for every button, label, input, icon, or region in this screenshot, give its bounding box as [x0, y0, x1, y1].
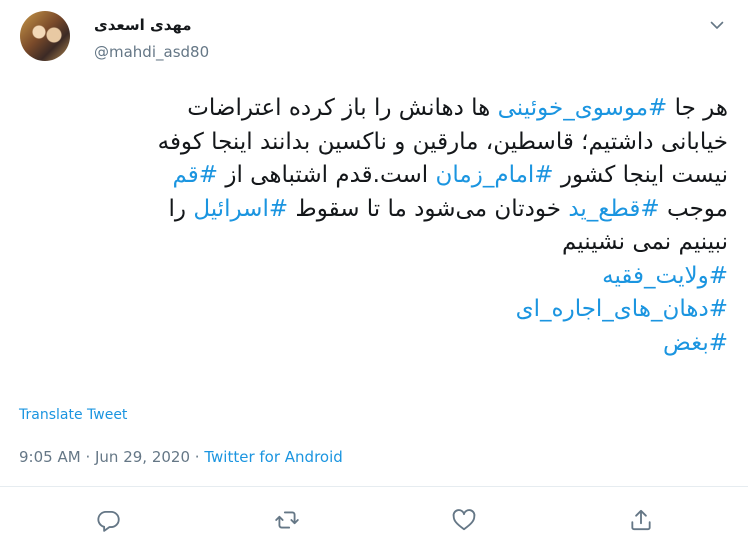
tweet-date[interactable]: Jun 29, 2020 — [95, 448, 190, 466]
meta-separator-2: · — [194, 448, 200, 466]
tweet-text-segment: خیابانی داشتیم؛ قاسطین، مارقین و ناکسین … — [157, 128, 728, 155]
tweet-text-segment: خودتان می‌شود ما تا سقوط — [288, 195, 569, 222]
hashtag-link[interactable]: #ولایت_فقیه — [602, 263, 728, 289]
tweet-text-segment: هر جا — [667, 95, 728, 121]
hashtag-link[interactable]: #امام_زمان — [436, 162, 554, 188]
like-icon[interactable] — [451, 507, 477, 533]
display-name[interactable]: مهدی اسعدی — [94, 16, 192, 34]
tweet-line: نیست اینجا کشور #امام_زمان است.قدم اشتبا… — [20, 159, 728, 193]
tweet-text-segment: ها دهانش را باز کرده اعتراضات — [187, 95, 498, 121]
meta-separator: · — [85, 448, 91, 466]
tweet-meta: 9:05 AM · Jun 29, 2020 · Twitter for And… — [19, 448, 343, 466]
chevron-down-icon[interactable] — [709, 17, 725, 33]
tweet-line: #دهان_های_اجاره_ای — [20, 293, 728, 327]
translate-tweet-link[interactable]: Translate Tweet — [19, 407, 127, 423]
tweet-source[interactable]: Twitter for Android — [204, 448, 342, 466]
tweet-line: خیابانی داشتیم؛ قاسطین، مارقین و ناکسین … — [20, 126, 728, 160]
hashtag-link[interactable]: #اسرائیل — [193, 196, 288, 222]
hashtag-link[interactable]: #قم — [172, 162, 218, 188]
tweet-time[interactable]: 9:05 AM — [19, 448, 81, 466]
tweet-line: موجب #قطع_ید خودتان می‌شود ما تا سقوط #ا… — [20, 193, 728, 227]
tweet-text: هر جا #موسوی_خوئینی ها دهانش را باز کرده… — [20, 92, 728, 360]
avatar[interactable] — [20, 11, 70, 61]
tweet-text-segment: است.قدم اشتباهی از — [218, 162, 436, 188]
tweet-line: #بغض — [20, 327, 728, 361]
tweet-line: #ولایت_فقیه — [20, 260, 728, 294]
tweet-line: نبینیم نمی نشینیم — [20, 226, 728, 260]
hashtag-link[interactable]: #قطع_ید — [568, 196, 659, 222]
hashtag-link[interactable]: #بغض — [663, 330, 728, 356]
tweet-text-segment: نیست اینجا کشور — [553, 162, 728, 188]
hashtag-link[interactable]: #دهان_های_اجاره_ای — [516, 296, 728, 322]
reply-icon[interactable] — [96, 507, 122, 533]
retweet-icon[interactable] — [274, 507, 300, 533]
hashtag-link[interactable]: #موسوی_خوئینی — [498, 95, 668, 121]
divider — [0, 486, 748, 487]
share-icon[interactable] — [628, 507, 654, 533]
tweet-text-segment: را — [168, 195, 194, 222]
tweet-line: هر جا #موسوی_خوئینی ها دهانش را باز کرده… — [20, 92, 728, 126]
user-handle[interactable]: @mahdi_asd80 — [94, 43, 209, 61]
action-bar — [0, 507, 748, 533]
tweet-text-segment: موجب — [659, 195, 728, 222]
tweet-text-segment: نبینیم نمی نشینیم — [561, 229, 728, 255]
